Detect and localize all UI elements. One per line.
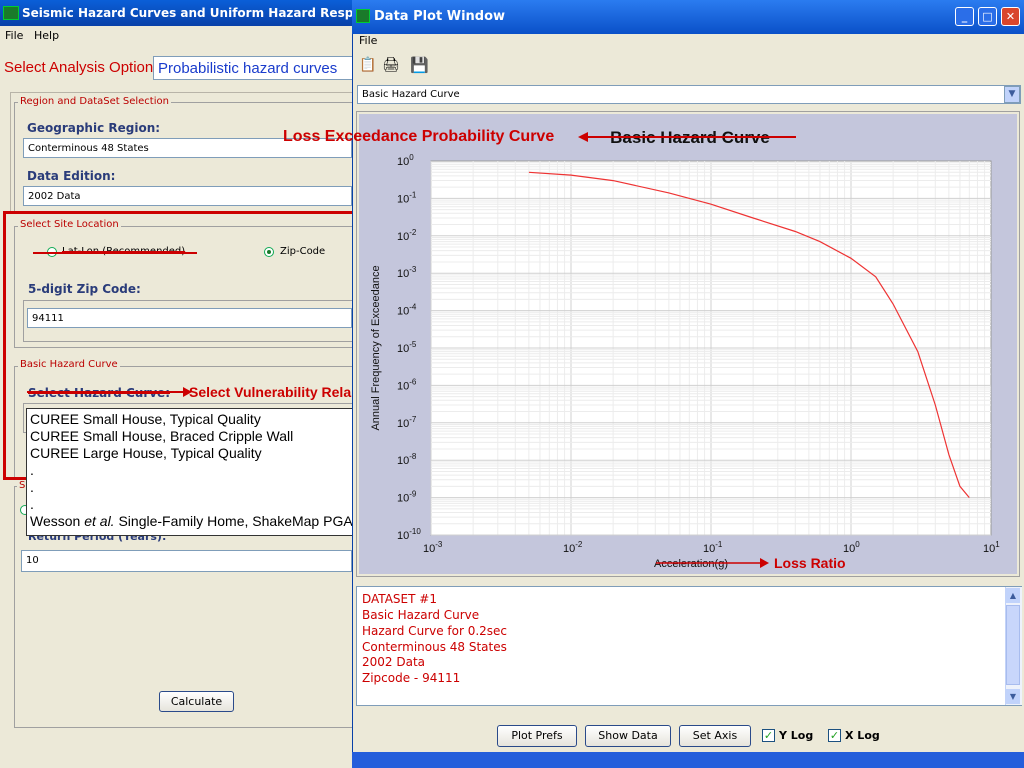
list-item-wesson-rest: Single-Family Home, ShakeMap PGA [114, 513, 353, 529]
save-icon[interactable]: 💾 [410, 56, 429, 74]
xlog-label: X Log [845, 729, 880, 742]
info-line: 2002 Data [362, 655, 426, 669]
data-edition-label: Data Edition: [27, 169, 116, 183]
y-tick-label: 100 [397, 153, 414, 168]
xlog-checkbox[interactable]: ✓ [828, 729, 841, 742]
ylog-label: Y Log [779, 729, 814, 742]
y-tick-label: 10-6 [397, 377, 417, 392]
loss-curve-annotation: Loss Exceedance Probability Curve [283, 128, 555, 145]
y-tick-label: 10-2 [397, 228, 417, 243]
scroll-down-icon[interactable]: ▼ [1006, 689, 1020, 704]
xlabel-strike-arrow [656, 558, 769, 568]
close-icon[interactable]: ✕ [1001, 7, 1020, 26]
left-window-title: Seismic Hazard Curves and Uniform Hazard… [0, 0, 352, 26]
y-tick-label: 10-5 [397, 340, 417, 355]
list-item-etal: et al. [84, 513, 115, 529]
list-item: . [30, 479, 34, 495]
vuln-arrow [27, 387, 192, 397]
y-tick-label: 10-9 [397, 490, 417, 505]
app-icon [3, 6, 19, 20]
taskbar [352, 752, 1024, 768]
calculate-button[interactable]: Calculate [159, 691, 234, 712]
ylog-checkbox[interactable]: ✓ [762, 729, 775, 742]
info-line: DATASET #1 [362, 592, 437, 606]
geo-region-label: Geographic Region: [27, 121, 161, 135]
y-tick-label: 10-3 [397, 265, 417, 280]
x-tick-label: 10-2 [563, 540, 583, 555]
y-tick-label: 10-4 [397, 303, 417, 318]
analysis-option-select[interactable]: Probabilistic hazard curves [153, 56, 353, 80]
y-tick-label: 10-10 [397, 527, 421, 542]
menu-file[interactable]: File [5, 29, 23, 42]
dataset-info-panel[interactable]: DATASET #1 Basic Hazard Curve Hazard Cur… [356, 586, 1022, 706]
y-tick-label: 10-7 [397, 415, 417, 430]
analysis-option-label: Select Analysis Option: [4, 59, 158, 76]
region-group-title: Region and DataSet Selection [18, 96, 171, 107]
plot-prefs-button[interactable]: Plot Prefs [497, 725, 577, 747]
hazard-chart: 10-3 10-2 10-1 100 101 100 10-1 10-2 10-3 10-4 10-… [370, 128, 1000, 570]
list-item: . [30, 462, 34, 478]
list-item[interactable]: CUREE Large House, Typical Quality [30, 445, 350, 462]
show-data-button[interactable]: Show Data [585, 725, 671, 747]
loss-ratio-annotation: Loss Ratio [774, 555, 846, 571]
title-strike-arrow [578, 132, 796, 142]
plot-window-title: Data Plot Window [352, 0, 1024, 34]
minimize-icon[interactable]: _ [955, 7, 974, 26]
plot-type-select[interactable]: Basic Hazard Curve [357, 85, 1021, 104]
list-item-wesson[interactable]: Wesson et al. Single-Family Home, ShakeM… [30, 513, 353, 530]
scroll-up-icon[interactable]: ▲ [1006, 588, 1020, 603]
maximize-icon[interactable]: □ [978, 7, 997, 26]
info-line: Conterminous 48 States [362, 640, 507, 654]
y-tick-label: 10-8 [397, 452, 417, 467]
print-icon[interactable]: 🖨 [382, 57, 400, 73]
list-item[interactable]: CUREE Small House, Typical Quality [30, 411, 350, 428]
list-item: . [30, 496, 34, 512]
left-menubar: File Help [0, 26, 352, 46]
x-tick-label: 10-1 [703, 540, 723, 555]
plot-menu-file[interactable]: File [359, 34, 377, 47]
scroll-thumb[interactable] [1006, 605, 1020, 685]
return-period-field[interactable]: 10 [21, 550, 352, 572]
x-tick-label: 100 [843, 540, 860, 555]
y-tick-label: 10-1 [397, 190, 417, 205]
plot-window-icon [356, 9, 370, 23]
list-item[interactable]: CUREE Small House, Braced Cripple Wall [30, 428, 350, 445]
x-tick-label: 101 [983, 540, 1000, 555]
vuln-annotation: Select Vulnerability Rela [189, 384, 352, 400]
copy-icon[interactable]: 📋 [359, 57, 376, 73]
vulnerability-list[interactable]: CUREE Small House, Typical Quality CUREE… [26, 408, 354, 536]
info-line: Basic Hazard Curve [362, 608, 480, 622]
menu-help[interactable]: Help [34, 29, 59, 42]
x-tick-label: 10-3 [423, 540, 443, 555]
info-line: Hazard Curve for 0.2sec [362, 624, 508, 638]
y-axis-label: Annual Frequency of Exceedance [370, 265, 382, 430]
data-edition-field[interactable]: 2002 Data [23, 186, 352, 206]
list-item-wesson-name: Wesson [30, 513, 81, 529]
info-line: Zipcode - 94111 [362, 671, 461, 685]
set-axis-button[interactable]: Set Axis [679, 725, 751, 747]
chevron-down-icon[interactable]: ▼ [1004, 86, 1020, 103]
